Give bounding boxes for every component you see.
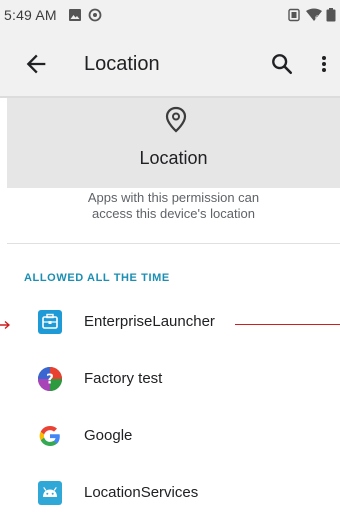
app-label: Factory test — [84, 370, 163, 387]
annotation-line — [235, 324, 340, 325]
section-header-allowed-all-the-time: ALLOWED ALL THE TIME — [24, 272, 170, 284]
image-icon — [68, 8, 82, 27]
svg-text:6: 6 — [315, 15, 319, 22]
battery-icon — [326, 8, 336, 27]
app-row-factory-test[interactable]: ? Factory test — [0, 353, 340, 409]
vibrate-icon — [287, 8, 301, 27]
status-time: 5:49 AM — [4, 7, 57, 23]
section-divider — [7, 243, 340, 244]
app-label: Google — [84, 427, 133, 444]
permission-title: Location — [139, 148, 208, 168]
wifi-icon: 6 — [306, 8, 322, 27]
annotation-arrow-icon — [0, 317, 11, 330]
enterprise-launcher-icon — [38, 310, 62, 334]
location-permission-screen: 5:49 AM 6 Location Location Apps with th… — [0, 0, 340, 515]
permission-description-line-1: Apps with this permission can — [87, 190, 260, 205]
app-bar: Location — [0, 30, 340, 97]
svg-text:?: ? — [46, 373, 54, 388]
app-row-google[interactable]: Google — [0, 410, 340, 466]
permission-header: Location — [7, 98, 340, 188]
factory-test-icon: ? — [38, 367, 62, 391]
app-row-locationservices[interactable]: LocationServices — [0, 467, 340, 515]
search-icon[interactable] — [268, 50, 296, 78]
app-label: LocationServices — [84, 484, 199, 501]
android-location-icon — [38, 481, 62, 505]
page-title: Location — [84, 53, 160, 75]
status-bar: 5:49 AM 6 — [0, 0, 340, 30]
permission-description-line-2: access this device's location — [92, 206, 255, 221]
location-pin-icon — [164, 106, 188, 134]
google-icon — [38, 424, 62, 448]
sync-icon — [88, 8, 102, 27]
permission-description: Apps with this permission can access thi… — [7, 190, 340, 222]
arrow-back-icon[interactable] — [22, 50, 50, 78]
more-vert-icon[interactable] — [316, 50, 332, 78]
app-label: EnterpriseLauncher — [84, 313, 215, 330]
